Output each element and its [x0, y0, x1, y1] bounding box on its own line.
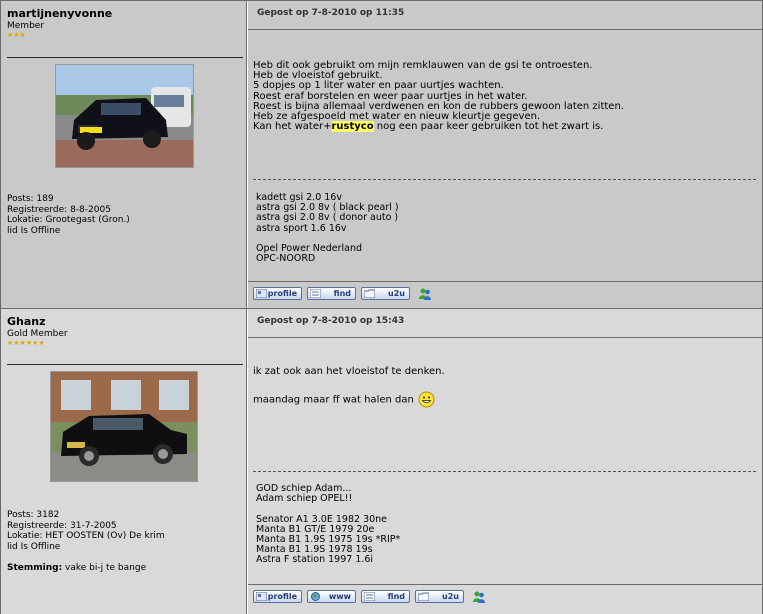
forum-thread: martijnenyvonne Member ★★★ Posts: 189 Re… — [0, 0, 763, 614]
profile-button[interactable]: profile — [253, 590, 302, 603]
post: Ghanz Gold Member ★★★★★★ Posts: 3182 Reg… — [0, 308, 763, 614]
post-count: Posts: 189 — [7, 194, 54, 204]
message-text: Kan het water+ — [253, 121, 332, 133]
button-label: profile — [267, 592, 297, 601]
online-status: lid Is Offline — [7, 541, 61, 552]
post-actions: profile find u2u — [248, 281, 762, 304]
find-button[interactable]: find — [307, 287, 356, 300]
highlighted-keyword: rustyco — [331, 121, 374, 133]
avatar — [55, 64, 194, 168]
message-line: ik zat ook aan het vloeistof te denken. — [253, 366, 445, 377]
author-stats: Posts: 3182 Registreerde: 31-7-2005 Loka… — [7, 510, 165, 574]
rank-stars: ★★★★★★ — [7, 339, 45, 347]
author-panel: martijnenyvonne Member ★★★ Posts: 189 Re… — [0, 1, 247, 308]
registered-date: Registreerde: 8-8-2005 — [7, 204, 111, 215]
author-panel: Ghanz Gold Member ★★★★★★ Posts: 3182 Reg… — [0, 309, 247, 614]
folder-icon — [418, 592, 429, 601]
divider — [7, 57, 243, 58]
signature-divider — [253, 179, 756, 180]
signature-line: OPC-NOORD — [256, 253, 316, 265]
u2u-button[interactable]: u2u — [361, 287, 410, 300]
location: Lokatie: HET OOSTEN (Ov) De krim — [7, 531, 165, 541]
signature-divider — [253, 471, 756, 472]
post-header: Gepost op 7-8-2010 op 15:43 — [248, 309, 762, 338]
post-date: Gepost op 7-8-2010 op 15:43 — [257, 316, 405, 326]
post-message: Heb dit ook gebruikt om mijn remklauwen … — [253, 60, 756, 133]
post-actions: profile www find u2u — [248, 584, 762, 607]
folder-icon — [364, 289, 375, 298]
author-rank: Member — [7, 21, 45, 31]
u2u-button[interactable]: u2u — [415, 590, 464, 603]
divider — [7, 364, 243, 365]
post-body: Gepost op 7-8-2010 op 15:43 ik zat ook a… — [248, 309, 763, 614]
mood: Stemming: vake bi-j te bange — [7, 563, 165, 574]
button-label: profile — [267, 289, 297, 298]
profile-icon — [256, 289, 267, 298]
find-icon — [310, 289, 321, 298]
button-label: find — [387, 592, 405, 601]
post-count: Posts: 3182 — [7, 510, 60, 520]
message-line: maandag maar ff wat halen dan — [253, 391, 756, 408]
profile-button[interactable]: profile — [253, 287, 302, 300]
find-button[interactable]: find — [361, 590, 410, 603]
signature-line: Astra F station 1997 1.6i — [256, 554, 374, 566]
post-header: Gepost op 7-8-2010 op 11:35 — [248, 1, 762, 30]
find-icon — [364, 592, 375, 601]
rank-stars: ★★★ — [7, 31, 26, 39]
button-label: u2u — [442, 592, 459, 601]
author-name[interactable]: martijnenyvonne — [7, 7, 112, 20]
author-name[interactable]: Ghanz — [7, 315, 46, 328]
avatar — [50, 371, 198, 482]
signature-line: astra sport 1.6 16v — [256, 222, 347, 234]
message-line: Kan het water+rustyco nog een paar keer … — [253, 121, 756, 133]
globe-icon — [311, 592, 320, 601]
author-stats: Posts: 189 Registreerde: 8-8-2005 Lokati… — [7, 194, 130, 236]
button-label: find — [333, 289, 351, 298]
online-status: lid Is Offline — [7, 225, 61, 236]
author-rank: Gold Member — [7, 329, 68, 339]
registered-date: Registreerde: 31-7-2005 — [7, 520, 117, 531]
post-date: Gepost op 7-8-2010 op 11:35 — [257, 8, 405, 18]
msn-buddy-icon[interactable] — [418, 287, 432, 301]
location: Lokatie: Grootegast (Gron.) — [7, 215, 130, 225]
signature: GOD schiep Adam... Adam schiep OPEL!! Se… — [256, 483, 400, 566]
button-label: www — [328, 592, 351, 601]
profile-icon — [256, 592, 267, 601]
mood-label: Stemming: — [7, 563, 63, 573]
post: martijnenyvonne Member ★★★ Posts: 189 Re… — [0, 0, 763, 308]
button-label: u2u — [388, 289, 405, 298]
msn-buddy-icon[interactable] — [472, 590, 486, 604]
message-text: nog een paar keer gebruiken tot het zwar… — [373, 121, 604, 133]
smiley-icon — [418, 391, 435, 408]
mood-value: vake bi-j te bange — [62, 563, 147, 573]
www-button[interactable]: www — [307, 590, 356, 603]
message-text: maandag maar ff wat halen dan — [253, 394, 414, 406]
post-message: ik zat ook aan het vloeistof te denken. … — [253, 366, 756, 408]
signature-line: Adam schiep OPEL!! — [256, 493, 353, 505]
post-body: Gepost op 7-8-2010 op 11:35 Heb dit ook … — [248, 1, 763, 308]
signature: kadett gsi 2.0 16v astra gsi 2.0 8v ( bl… — [256, 192, 399, 265]
